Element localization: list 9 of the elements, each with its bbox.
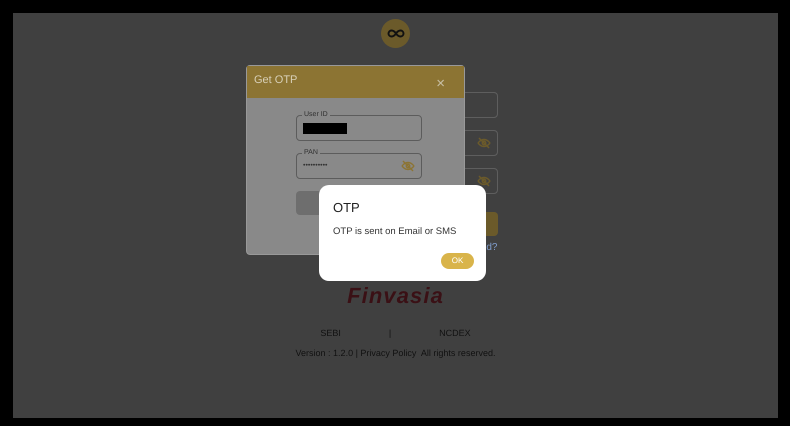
forgot-link[interactable]: d? — [486, 240, 498, 255]
logo-icon — [381, 19, 410, 48]
ok-button[interactable]: OK — [441, 253, 474, 270]
eye-off-icon[interactable] — [476, 174, 490, 188]
close-button[interactable]: × — [436, 76, 445, 91]
dialog-message: OTP is sent on Email or SMS — [333, 225, 458, 239]
redaction-block — [303, 122, 347, 134]
modal-title: Get OTP — [254, 73, 298, 88]
dialog-title: OTP — [333, 201, 361, 214]
